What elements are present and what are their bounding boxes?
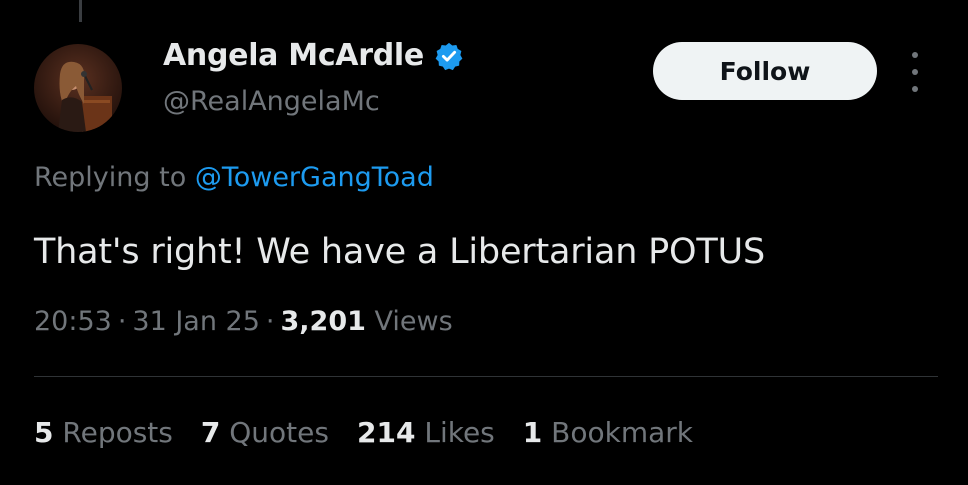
stat-quotes-count: 7 xyxy=(200,416,221,449)
stat-quotes[interactable]: 7 Quotes xyxy=(201,416,329,449)
meta-separator: · xyxy=(265,306,275,337)
verified-badge-icon[interactable] xyxy=(434,41,464,71)
stat-likes[interactable]: 214 Likes xyxy=(357,416,495,449)
avatar-photo xyxy=(34,44,122,132)
tweet-text: That's right! We have a Libertarian POTU… xyxy=(34,232,765,272)
author-handle[interactable]: @RealAngelaMc xyxy=(163,86,380,117)
meta-separator: · xyxy=(117,306,127,337)
replying-prefix: Replying to xyxy=(34,162,187,193)
avatar[interactable] xyxy=(34,44,122,132)
replying-to: Replying to @TowerGangToad xyxy=(34,162,434,193)
divider xyxy=(34,376,938,377)
tweet-date[interactable]: 31 Jan 25 xyxy=(132,306,260,337)
views-count: 3,201 xyxy=(280,306,366,337)
more-dot xyxy=(912,86,918,92)
stat-reposts-count: 5 xyxy=(34,416,54,449)
stat-bookmarks-count: 1 xyxy=(522,416,543,449)
more-options-icon[interactable] xyxy=(905,52,925,92)
stat-quotes-label: Quotes xyxy=(229,416,329,449)
tweet-meta: 20:53 · 31 Jan 25 · 3,201 Views xyxy=(34,306,453,337)
thread-connector-line xyxy=(79,0,82,22)
author-display-name[interactable]: Angela McArdle xyxy=(163,38,424,73)
engagement-stats: 5 Reposts 7 Quotes 214 Likes 1 Bookmark xyxy=(34,416,693,449)
follow-button[interactable]: Follow xyxy=(653,42,877,100)
more-dot xyxy=(912,69,918,75)
stat-likes-label: Likes xyxy=(424,416,495,449)
stat-bookmarks[interactable]: 1 Bookmark xyxy=(523,416,693,449)
tweet-time[interactable]: 20:53 xyxy=(34,306,112,337)
more-dot xyxy=(912,52,918,58)
stat-likes-count: 214 xyxy=(356,416,416,449)
reply-target-link[interactable]: @TowerGangToad xyxy=(195,162,434,193)
stat-bookmarks-label: Bookmark xyxy=(551,416,694,449)
views-label: Views xyxy=(374,306,453,337)
stat-reposts-label: Reposts xyxy=(62,416,173,449)
author-name-row: Angela McArdle xyxy=(163,38,464,73)
stat-reposts[interactable]: 5 Reposts xyxy=(34,416,173,449)
